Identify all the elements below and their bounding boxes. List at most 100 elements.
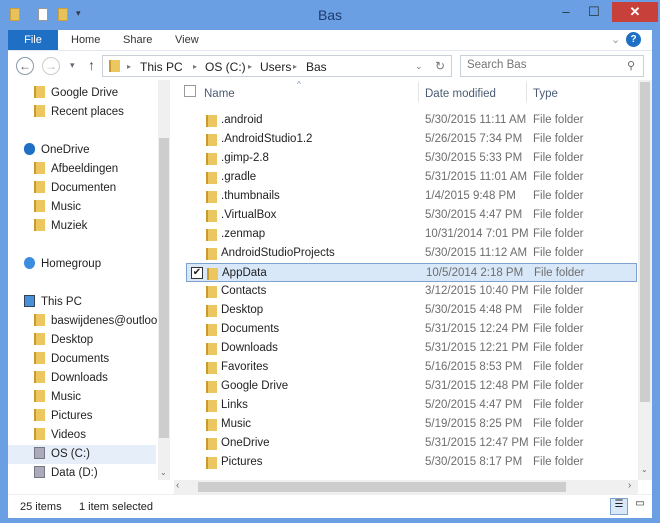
folder-icon	[206, 134, 217, 146]
file-type: File folder	[533, 418, 584, 430]
file-type: File folder	[533, 133, 584, 145]
file-date: 5/16/2015 8:53 PM	[425, 361, 523, 373]
tab-share[interactable]: Share	[123, 30, 152, 50]
vertical-scrollbar-thumb[interactable]	[640, 82, 650, 402]
file-name: Pictures	[221, 456, 263, 468]
file-type: File folder	[533, 247, 584, 259]
expand-ribbon-icon[interactable]: ⌄	[611, 30, 620, 50]
file-row[interactable]: .gradle 5/31/2015 11:01 AM File folder	[186, 168, 637, 187]
breadcrumb-users[interactable]: Users	[260, 60, 291, 74]
file-date: 5/30/2015 5:33 PM	[425, 152, 523, 164]
file-type: File folder	[533, 380, 584, 392]
horizontal-scrollbar-thumb[interactable]	[198, 482, 566, 492]
file-list: .android 5/30/2015 11:11 AM File folder .An…	[8, 80, 638, 480]
file-row[interactable]: OneDrive 5/31/2015 12:47 PM File folder	[186, 434, 637, 453]
file-name: Google Drive	[221, 380, 289, 392]
file-type: File folder	[533, 456, 584, 468]
details-view-button[interactable]: ☰	[610, 498, 628, 515]
search-input[interactable]	[467, 59, 617, 71]
recent-locations-icon[interactable]: ▾	[70, 60, 75, 71]
file-date: 5/19/2015 8:25 PM	[425, 418, 523, 430]
folder-icon	[206, 191, 217, 203]
address-dropdown-icon[interactable]: ⌄	[415, 61, 423, 72]
file-row[interactable]: Documents 5/31/2015 12:24 PM File folder	[186, 320, 637, 339]
address-bar[interactable]: ▸ This PC ▸ OS (C:) ▸ Users ▸ Bas ⌄ ↻	[102, 55, 452, 77]
folder-icon	[206, 381, 217, 393]
file-name: .zenmap	[221, 228, 266, 240]
file-row[interactable]: Desktop 5/30/2015 4:48 PM File folder	[186, 301, 637, 320]
folder-icon	[109, 60, 120, 72]
file-date: 5/30/2015 11:12 AM	[425, 247, 528, 259]
file-date: 5/30/2015 4:48 PM	[425, 304, 523, 316]
file-type: File folder	[533, 209, 584, 221]
folder-icon	[206, 248, 217, 260]
file-name: .AndroidStudio1.2	[221, 133, 313, 145]
file-date: 5/20/2015 4:47 PM	[425, 399, 523, 411]
close-button[interactable]: ✕	[612, 2, 658, 22]
file-date: 5/26/2015 7:34 PM	[425, 133, 523, 145]
vertical-scrollbar[interactable]: ⌄	[638, 80, 652, 480]
search-box[interactable]: ⚲	[460, 55, 644, 77]
large-icons-view-button[interactable]: ▭	[632, 498, 648, 515]
folder-icon	[207, 268, 218, 280]
file-name: .android	[221, 114, 263, 126]
folder-icon	[206, 172, 217, 184]
file-date: 10/5/2014 2:18 PM	[426, 267, 524, 279]
file-row[interactable]: .VirtualBox 5/30/2015 4:47 PM File folder	[186, 206, 637, 225]
file-row[interactable]: Favorites 5/16/2015 8:53 PM File folder	[186, 358, 637, 377]
file-name: Contacts	[221, 285, 267, 297]
file-type: File folder	[533, 342, 584, 354]
folder-icon	[206, 324, 217, 336]
help-icon[interactable]: ?	[626, 32, 641, 47]
file-row[interactable]: .android 5/30/2015 11:11 AM File folder	[186, 111, 637, 130]
refresh-icon[interactable]: ↻	[435, 59, 445, 73]
tab-file[interactable]: File	[8, 30, 58, 50]
file-row[interactable]: ✔ AppData 10/5/2014 2:18 PM File folder	[186, 263, 637, 282]
maximize-button[interactable]: ☐	[580, 2, 608, 22]
file-name: .VirtualBox	[221, 209, 277, 221]
file-type: File folder	[533, 361, 584, 373]
breadcrumb-this-pc[interactable]: This PC	[140, 60, 183, 74]
file-row[interactable]: AndroidStudioProjects 5/30/2015 11:12 AM F…	[186, 244, 637, 263]
folder-icon	[206, 305, 217, 317]
explorer-body: Google Drive Recent places OneDrive Afbeeld…	[8, 80, 652, 494]
horizontal-scrollbar[interactable]: ‹ ›	[174, 480, 638, 494]
file-date: 5/31/2015 11:01 AM	[425, 171, 528, 183]
file-date: 5/31/2015 12:48 PM	[425, 380, 529, 392]
file-date: 5/31/2015 12:47 PM	[425, 437, 529, 449]
file-row[interactable]: Links 5/20/2015 4:47 PM File folder	[186, 396, 637, 415]
file-row[interactable]: .zenmap 10/31/2014 7:01 PM File folder	[186, 225, 637, 244]
forward-button[interactable]: →	[42, 57, 60, 75]
file-row[interactable]: Pictures 5/30/2015 8:17 PM File folder	[186, 453, 637, 472]
up-button[interactable]: ↑	[88, 57, 95, 73]
file-row[interactable]: Google Drive 5/31/2015 12:48 PM File folde…	[186, 377, 637, 396]
file-name: Downloads	[221, 342, 278, 354]
file-row[interactable]: Downloads 5/31/2015 12:21 PM File folder	[186, 339, 637, 358]
minimize-button[interactable]: –	[552, 2, 580, 22]
file-row[interactable]: .gimp-2.8 5/30/2015 5:33 PM File folder	[186, 149, 637, 168]
file-type: File folder	[534, 267, 585, 279]
file-row[interactable]: .AndroidStudio1.2 5/26/2015 7:34 PM File f…	[186, 130, 637, 149]
file-name: Music	[221, 418, 252, 430]
file-date: 10/31/2014 7:01 PM	[425, 228, 529, 240]
file-row[interactable]: Contacts 3/12/2015 10:40 PM File folder	[186, 282, 637, 301]
file-row[interactable]: .thumbnails 1/4/2015 9:48 PM File folder	[186, 187, 637, 206]
breadcrumb-bas[interactable]: Bas	[306, 60, 327, 74]
status-bar: 25 items 1 item selected ☰ ▭	[8, 494, 652, 518]
file-row[interactable]: Music 5/19/2015 8:25 PM File folder	[186, 415, 637, 434]
search-icon[interactable]: ⚲	[627, 59, 635, 72]
file-date: 3/12/2015 10:40 PM	[425, 285, 529, 297]
file-type: File folder	[533, 399, 584, 411]
back-button[interactable]: ←	[16, 57, 34, 75]
file-type: File folder	[533, 437, 584, 449]
row-checkbox[interactable]: ✔	[191, 267, 203, 279]
folder-icon	[206, 115, 217, 127]
tab-view[interactable]: View	[175, 30, 199, 50]
navigation-bar: ← → ▾ ↑ ▸ This PC ▸ OS (C:) ▸ Users ▸ Ba…	[8, 50, 652, 80]
file-type: File folder	[533, 304, 584, 316]
file-type: File folder	[533, 285, 584, 297]
tab-home[interactable]: Home	[71, 30, 100, 50]
folder-icon	[206, 438, 217, 450]
breadcrumb-os-c[interactable]: OS (C:)	[205, 60, 246, 74]
folder-icon	[206, 229, 217, 241]
